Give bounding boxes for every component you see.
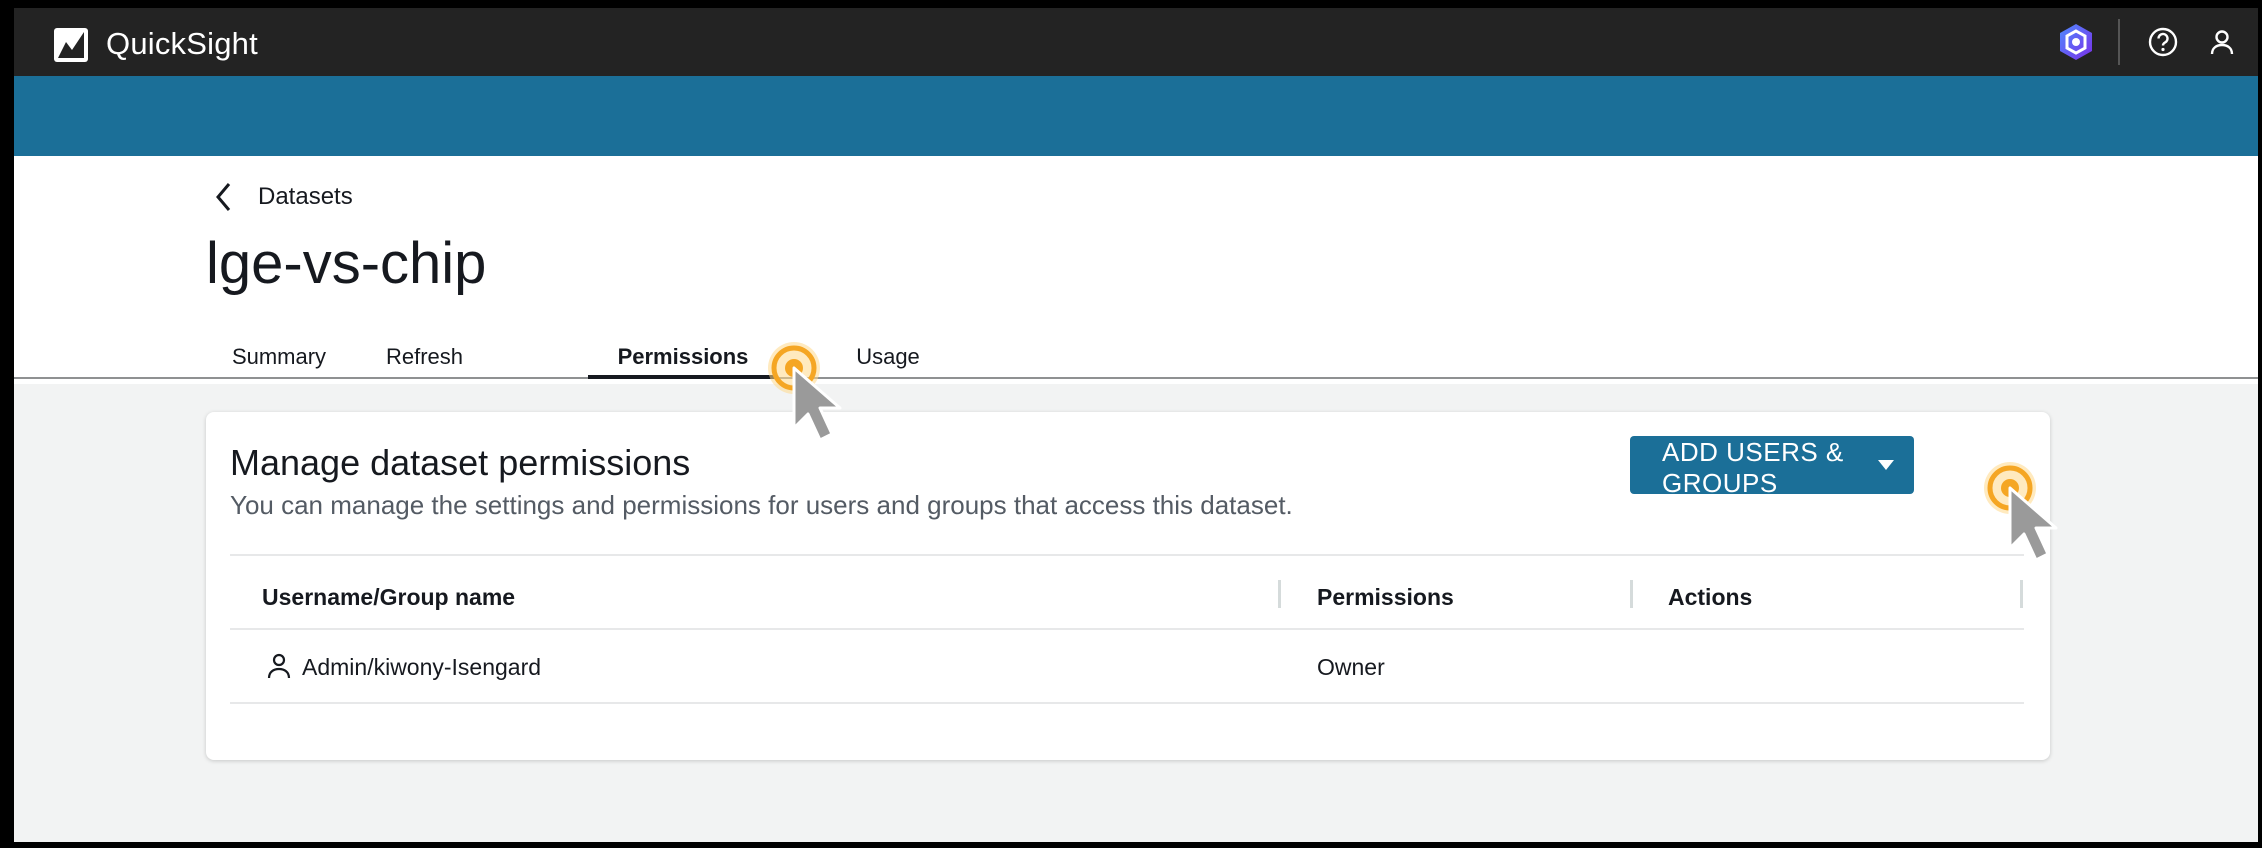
person-icon — [267, 653, 291, 679]
row-username: Admin/kiwony-Isengard — [302, 654, 542, 680]
top-navigation-bar: QuickSight — [14, 8, 2258, 76]
tab-permissions[interactable]: Permissions — [588, 326, 778, 379]
tab-refresh[interactable]: Refresh — [352, 326, 497, 379]
user-icon[interactable] — [2206, 26, 2238, 58]
column-resize-handle[interactable] — [1278, 580, 1281, 608]
chevron-left-icon — [216, 183, 231, 211]
header-banner — [14, 76, 2258, 156]
page-title: lge-vs-chip — [206, 231, 487, 296]
column-header-username[interactable]: Username/Group name — [262, 584, 515, 611]
header-divider — [2118, 19, 2120, 65]
add-users-groups-button[interactable]: ADD USERS & GROUPS — [1630, 436, 1914, 498]
panel-description: You can manage the settings and permissi… — [230, 490, 1293, 520]
breadcrumb[interactable]: Datasets — [212, 180, 353, 214]
hexagon-app-icon[interactable] — [2056, 22, 2096, 62]
app-window: QuickSight Datasets lge-vs-chip Summary … — [14, 8, 2258, 842]
permissions-panel: Manage dataset permissions You can manag… — [206, 412, 2050, 760]
table-bottom-divider — [230, 702, 2024, 704]
header-icons — [2056, 19, 2246, 65]
row-permission: Owner — [1317, 654, 1385, 680]
table-row[interactable]: Admin/kiwony-Isengard Owner — [230, 630, 2024, 702]
column-header-permissions[interactable]: Permissions — [1317, 584, 1454, 611]
quicksight-logo-icon[interactable] — [54, 28, 88, 62]
app-name[interactable]: QuickSight — [106, 26, 258, 62]
tab-summary[interactable]: Summary — [206, 326, 352, 379]
breadcrumb-datasets-link[interactable]: Datasets — [258, 183, 353, 211]
column-resize-handle[interactable] — [1630, 580, 1633, 608]
column-header-actions[interactable]: Actions — [1668, 584, 1752, 611]
table-top-divider — [230, 554, 2024, 556]
add-users-groups-label: ADD USERS & GROUPS — [1662, 437, 1844, 498]
tab-usage[interactable]: Usage — [828, 326, 948, 379]
help-icon[interactable] — [2146, 25, 2180, 59]
caret-down-icon — [1878, 460, 1894, 470]
panel-title: Manage dataset permissions — [230, 442, 691, 483]
column-resize-handle[interactable] — [2020, 580, 2023, 608]
